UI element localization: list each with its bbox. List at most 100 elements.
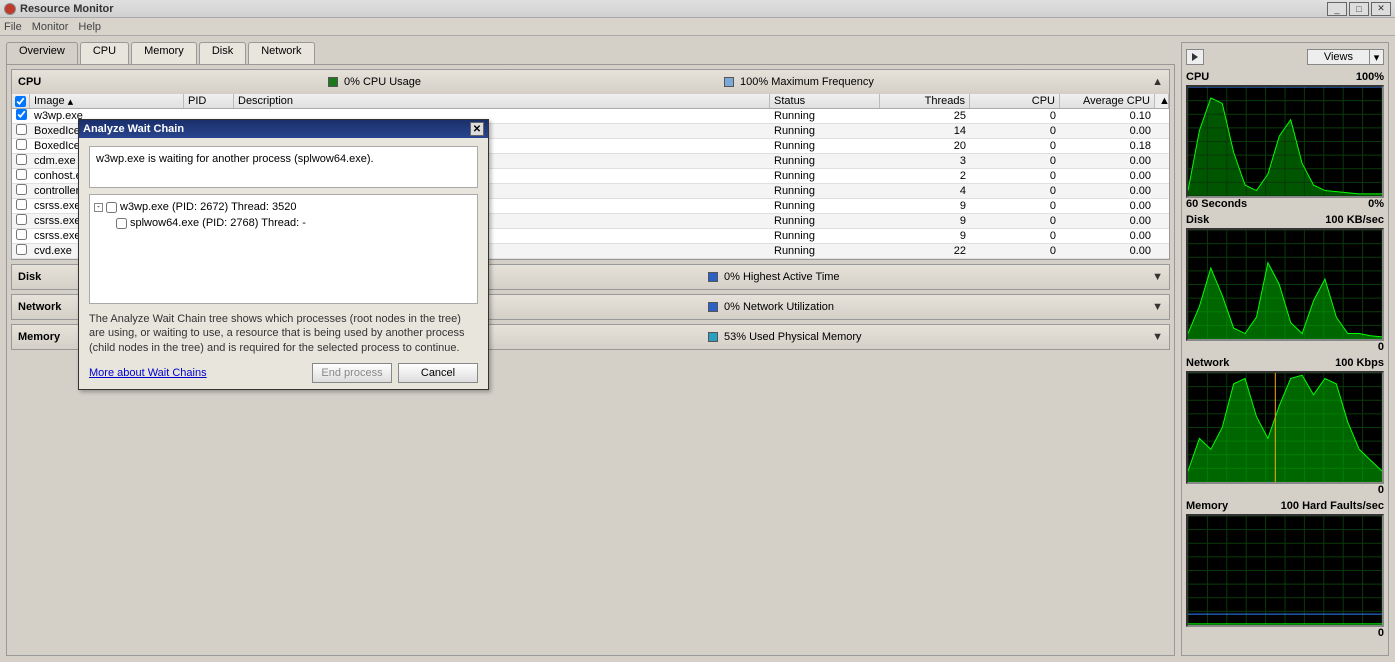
tab-network[interactable]: Network	[248, 42, 314, 64]
views-dropdown[interactable]: ▾	[1370, 49, 1384, 65]
col-cpu[interactable]: CPU	[970, 94, 1060, 108]
cell-status: Running	[770, 245, 880, 257]
col-image[interactable]: Image ▴	[30, 94, 184, 108]
window-title: Resource Monitor	[20, 3, 1325, 15]
tree-node-child[interactable]: splwow64.exe (PID: 2768) Thread: -	[116, 215, 473, 231]
chart-footer-right: 0	[1378, 341, 1384, 355]
tree-node-parent[interactable]: - w3wp.exe (PID: 2672) Thread: 3520	[94, 199, 473, 215]
row-checkbox[interactable]	[16, 154, 27, 165]
tree-node-checkbox[interactable]	[116, 218, 127, 229]
cell-avg: 0.00	[1060, 200, 1155, 212]
cell-threads: 4	[880, 185, 970, 197]
close-button[interactable]: ✕	[1371, 2, 1391, 16]
chart-scale: 100 KB/sec	[1325, 214, 1384, 228]
col-pid[interactable]: PID	[184, 94, 234, 108]
cell-status: Running	[770, 230, 880, 242]
chart-footer-right: 0%	[1368, 198, 1384, 212]
more-about-wait-chains-link[interactable]: More about Wait Chains	[89, 367, 207, 379]
menu-monitor[interactable]: Monitor	[32, 21, 69, 33]
dialog-titlebar[interactable]: Analyze Wait Chain ✕	[79, 120, 488, 138]
cell-threads: 14	[880, 125, 970, 137]
cell-avg: 0.00	[1060, 155, 1155, 167]
tab-cpu[interactable]: CPU	[80, 42, 129, 64]
chart-scale: 100 Hard Faults/sec	[1281, 500, 1384, 514]
cell-threads: 22	[880, 245, 970, 257]
chart-memory: Memory100 Hard Faults/sec0	[1186, 500, 1384, 641]
cell-threads: 25	[880, 110, 970, 122]
cell-cpu: 0	[970, 125, 1060, 137]
row-checkbox[interactable]	[16, 124, 27, 135]
tab-disk[interactable]: Disk	[199, 42, 246, 64]
analyze-wait-chain-dialog: Analyze Wait Chain ✕ w3wp.exe is waiting…	[78, 119, 489, 390]
row-checkbox[interactable]	[16, 229, 27, 240]
row-checkbox[interactable]	[16, 199, 27, 210]
cell-avg: 0.00	[1060, 185, 1155, 197]
menu-file[interactable]: File	[4, 21, 22, 33]
cpu-usage-text: 0% CPU Usage	[344, 76, 724, 88]
views-button[interactable]: Views	[1307, 49, 1370, 65]
cell-cpu: 0	[970, 185, 1060, 197]
section-cpu-header[interactable]: CPU 0% CPU Usage 100% Maximum Frequency …	[12, 70, 1169, 94]
header-checkbox[interactable]	[15, 96, 26, 107]
chart-title: Network	[1186, 357, 1229, 371]
section-cpu-title: CPU	[18, 76, 328, 88]
wait-chain-tree[interactable]: - w3wp.exe (PID: 2672) Thread: 3520 splw…	[89, 194, 478, 304]
cell-threads: 2	[880, 170, 970, 182]
process-table-header: Image ▴ PID Description Status Threads C…	[12, 94, 1169, 109]
tab-memory[interactable]: Memory	[131, 42, 197, 64]
menu-help[interactable]: Help	[78, 21, 101, 33]
cancel-button[interactable]: Cancel	[398, 363, 478, 383]
maximize-button[interactable]: □	[1349, 2, 1369, 16]
cell-threads: 9	[880, 200, 970, 212]
tab-overview[interactable]: Overview	[6, 42, 78, 64]
col-status[interactable]: Status	[770, 94, 880, 108]
cell-status: Running	[770, 185, 880, 197]
minimize-button[interactable]: _	[1327, 2, 1347, 16]
chevron-down-icon: ▼	[1152, 271, 1163, 283]
cell-status: Running	[770, 155, 880, 167]
row-checkbox[interactable]	[16, 169, 27, 180]
cell-avg: 0.00	[1060, 245, 1155, 257]
chart-scale: 100 Kbps	[1335, 357, 1384, 371]
end-process-button[interactable]: End process	[312, 363, 392, 383]
cpu-freq-swatch	[724, 77, 734, 87]
cell-status: Running	[770, 110, 880, 122]
row-checkbox[interactable]	[16, 109, 27, 120]
dialog-close-icon[interactable]: ✕	[470, 122, 484, 136]
cell-status: Running	[770, 125, 880, 137]
col-threads[interactable]: Threads	[880, 94, 970, 108]
col-description[interactable]: Description	[234, 94, 770, 108]
cell-threads: 9	[880, 215, 970, 227]
chart-title: CPU	[1186, 71, 1209, 85]
play-button[interactable]	[1186, 49, 1204, 65]
dialog-message: w3wp.exe is waiting for another process …	[89, 146, 478, 188]
network-swatch	[708, 302, 718, 312]
cell-threads: 20	[880, 140, 970, 152]
row-checkbox[interactable]	[16, 139, 27, 150]
chart-canvas	[1186, 514, 1384, 627]
cell-threads: 9	[880, 230, 970, 242]
chart-canvas	[1186, 371, 1384, 484]
dialog-title: Analyze Wait Chain	[83, 123, 184, 135]
row-checkbox[interactable]	[16, 214, 27, 225]
collapse-icon[interactable]: -	[94, 203, 103, 212]
window-titlebar: Resource Monitor _ □ ✕	[0, 0, 1395, 18]
row-checkbox[interactable]	[16, 184, 27, 195]
col-avgcpu[interactable]: Average CPU	[1060, 94, 1155, 108]
cell-cpu: 0	[970, 170, 1060, 182]
cell-cpu: 0	[970, 155, 1060, 167]
chevron-up-icon: ▲	[1152, 76, 1163, 88]
cell-status: Running	[770, 140, 880, 152]
tree-node-checkbox[interactable]	[106, 202, 117, 213]
cell-avg: 0.00	[1060, 170, 1155, 182]
cell-avg: 0.00	[1060, 230, 1155, 242]
cell-cpu: 0	[970, 110, 1060, 122]
tabstrip: Overview CPU Memory Disk Network	[6, 42, 1175, 64]
disk-metric-text: 0% Highest Active Time	[724, 271, 840, 283]
cell-avg: 0.00	[1060, 215, 1155, 227]
charts-panel: Views ▾ CPU100%60 Seconds0%Disk100 KB/se…	[1181, 42, 1389, 656]
chart-footer-right: 0	[1378, 484, 1384, 498]
chart-canvas	[1186, 228, 1384, 341]
row-checkbox[interactable]	[16, 244, 27, 255]
cpu-freq-text: 100% Maximum Frequency	[740, 76, 874, 88]
